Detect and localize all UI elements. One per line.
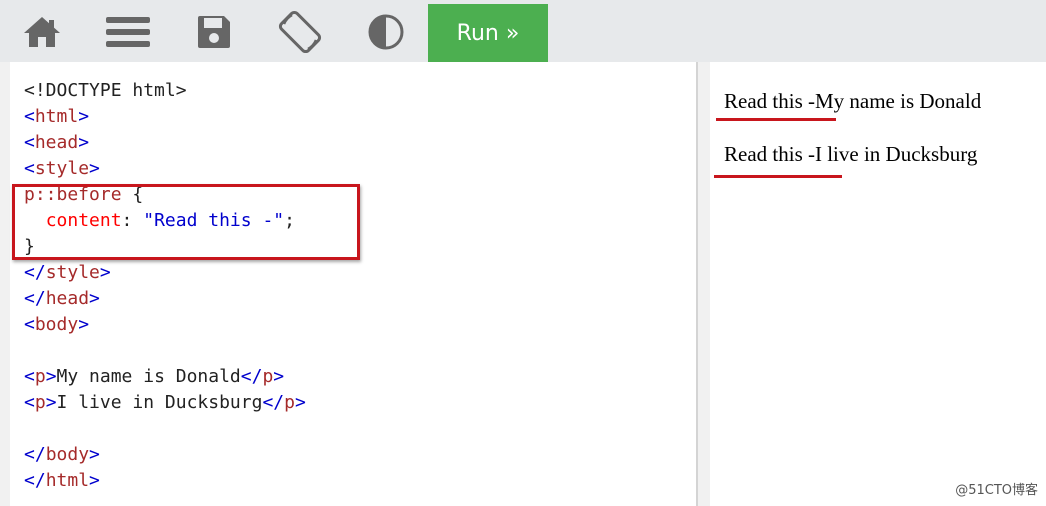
result-line-1: Read this -My name is Donald [724, 89, 982, 113]
highlight-box [12, 184, 360, 260]
code-line-body-close: </body> [24, 444, 100, 465]
code-line-doctype: <!DOCTYPE html> [24, 78, 187, 104]
result-underline-2 [714, 175, 842, 178]
home-icon[interactable] [18, 8, 66, 56]
p2-text: I live in Ducksburg [56, 392, 263, 413]
code-line-head-close: </head> [24, 288, 100, 309]
code-line-html-open: <html> [24, 106, 90, 127]
code-line-body-open: <body> [24, 314, 90, 335]
code-editor[interactable]: <!DOCTYPE html> <html> <head> <style> p:… [10, 62, 696, 506]
rotate-icon[interactable] [276, 8, 324, 56]
code-line-head-open: <head> [24, 132, 90, 153]
panel-gap [698, 62, 710, 506]
save-icon[interactable] [190, 8, 238, 56]
code-line-p2: <p>I live in Ducksburg</p> [24, 392, 306, 413]
result-panel: Read this -My name is Donald Read this -… [710, 62, 1046, 506]
result-line-2: Read this -I live in Ducksburg [724, 142, 978, 166]
p1-text: My name is Donald [56, 366, 241, 387]
code-line-html-close: </html> [24, 470, 100, 491]
run-button[interactable]: Run » [428, 4, 548, 62]
doctype-text: <!DOCTYPE html> [24, 80, 187, 101]
menu-icon[interactable] [104, 8, 152, 56]
result-underline-1 [716, 118, 836, 121]
code-line-style-close: </style> [24, 262, 111, 283]
watermark: @51CTO博客 [955, 483, 1038, 498]
code-line-p1: <p>My name is Donald</p> [24, 366, 285, 387]
toolbar: Run » [0, 0, 1046, 62]
theme-contrast-icon[interactable] [362, 8, 410, 56]
code-line-style-open: <style> [24, 158, 100, 179]
